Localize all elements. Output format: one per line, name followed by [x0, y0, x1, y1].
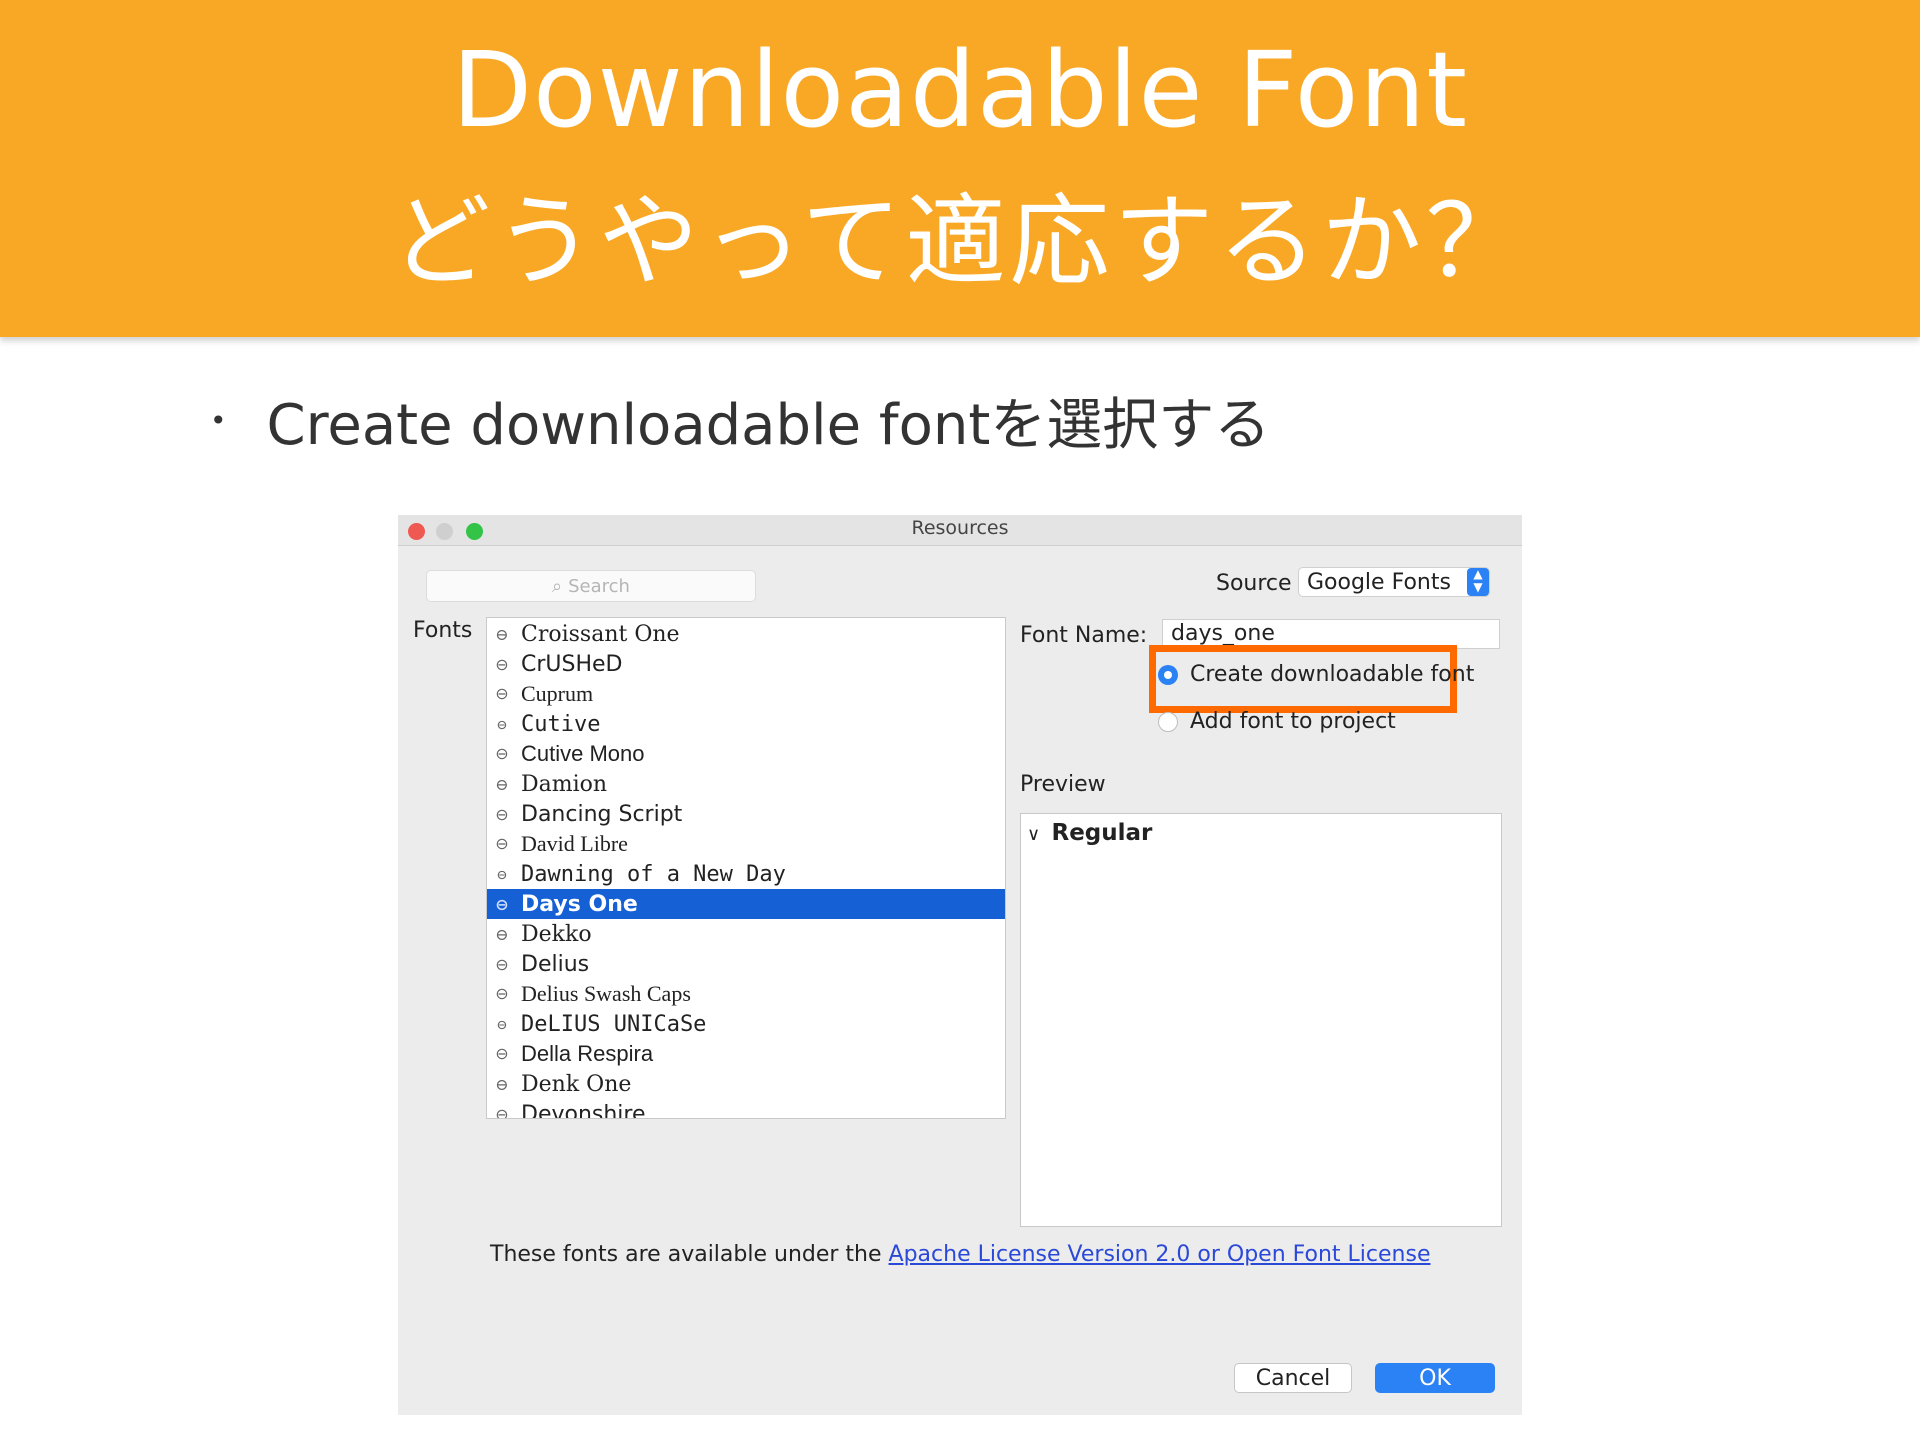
- font-list-item[interactable]: ⊖ Days One: [487, 889, 1005, 919]
- font-list-item[interactable]: ⊖ Delius: [487, 949, 1005, 979]
- radio-add-label: Add font to project: [1190, 709, 1396, 734]
- font-list-item[interactable]: ⊖ Damion: [487, 769, 1005, 799]
- link-icon: ⊖: [495, 804, 509, 824]
- font-list-item[interactable]: ⊖ Croissant One: [487, 619, 1005, 649]
- radio-selected-icon: [1158, 664, 1178, 685]
- font-list-item[interactable]: ⊖ DeLIUS UNICaSe: [487, 1009, 1005, 1039]
- font-list-item[interactable]: ⊖ Devonshire: [487, 1099, 1005, 1119]
- preview-label: Preview: [1020, 772, 1106, 797]
- search-input[interactable]: ⌕ Search: [426, 570, 756, 602]
- font-list-item-label: Della Respira: [521, 1041, 654, 1066]
- link-icon: ⊖: [495, 924, 509, 944]
- font-list-item-label: Dancing Script: [521, 801, 683, 827]
- slide-subtitle: どうやって適応するか？: [390, 183, 1530, 300]
- slide-title: Downloadable Font: [451, 29, 1469, 151]
- font-list-item[interactable]: ⊖ Cutive Mono: [487, 739, 1005, 769]
- font-list-item[interactable]: ⊖ Cuprum: [487, 679, 1005, 709]
- link-icon: ⊖: [495, 746, 509, 763]
- link-icon: ⊖: [495, 624, 509, 644]
- font-list-item[interactable]: ⊖ Dekko: [487, 919, 1005, 949]
- license-prefix: These fonts are available under the: [490, 1242, 889, 1267]
- fonts-label: Fonts: [413, 618, 473, 643]
- font-list-item[interactable]: ⊖ Della Respira: [487, 1039, 1005, 1069]
- link-icon: ⊖: [495, 986, 509, 1003]
- font-list-item[interactable]: ⊖ David Libre: [487, 829, 1005, 859]
- font-list-item-label: Damion: [521, 771, 608, 797]
- source-select[interactable]: Google Fonts ▲ ▼: [1298, 567, 1490, 597]
- font-list-item[interactable]: ⊖ Dancing Script: [487, 799, 1005, 829]
- font-list-item-label: Days One: [521, 891, 638, 917]
- source-label: Source: [1216, 571, 1292, 596]
- link-icon: ⊖: [495, 1074, 509, 1094]
- chevron-down-icon: ∨: [1027, 824, 1041, 845]
- font-list-item-label: Devonshire: [521, 1101, 646, 1119]
- font-list-item-label: David Libre: [521, 831, 628, 856]
- font-list-item-label: DeLIUS UNICaSe: [521, 1011, 707, 1037]
- font-list-item-label: Dawning of a New Day: [521, 861, 786, 887]
- window-titlebar: Resources: [398, 515, 1522, 546]
- font-list-item-label: Cutive Mono: [521, 741, 645, 766]
- source-value: Google Fonts: [1307, 569, 1451, 595]
- radio-create-downloadable[interactable]: Create downloadable font: [1158, 662, 1474, 687]
- window-title: Resources: [911, 517, 1009, 539]
- link-icon: ⊖: [497, 864, 507, 884]
- bullet-text: Create downloadable fontを選択する: [266, 392, 1271, 458]
- search-icon: ⌕: [552, 575, 563, 597]
- font-list-item-label: Croissant One: [521, 621, 680, 647]
- link-icon: ⊖: [497, 714, 507, 734]
- bullet-dot: •: [210, 403, 227, 437]
- font-list-item[interactable]: ⊖ Dawning of a New Day: [487, 859, 1005, 889]
- font-list-item[interactable]: ⊖ Cutive: [487, 709, 1005, 739]
- font-list-item[interactable]: ⊖ Delius Swash Caps: [487, 979, 1005, 1009]
- link-icon: ⊖: [495, 1046, 509, 1063]
- preview-style: Regular: [1051, 820, 1153, 846]
- preview-panel: ∨ Regular: [1020, 813, 1502, 1227]
- license-link[interactable]: Apache License Version 2.0 or Open Font …: [889, 1242, 1431, 1267]
- search-placeholder: Search: [568, 575, 630, 597]
- font-list-item-label: Delius: [521, 951, 590, 977]
- link-icon: ⊖: [495, 654, 509, 674]
- font-list-item-label: CrUSHeD: [521, 651, 623, 677]
- link-icon: ⊖: [495, 686, 509, 703]
- link-icon: ⊖: [495, 894, 509, 914]
- slide-header: Downloadable Font どうやって適応するか？: [0, 0, 1920, 337]
- font-list-item[interactable]: ⊖ CrUSHeD: [487, 649, 1005, 679]
- font-list-item-label: Denk One: [521, 1071, 632, 1097]
- link-icon: ⊖: [495, 1104, 509, 1119]
- license-text: These fonts are available under the Apac…: [490, 1242, 1431, 1267]
- font-list-item-label: Dekko: [521, 921, 592, 947]
- radio-create-label: Create downloadable font: [1190, 662, 1475, 687]
- link-icon: ⊖: [495, 954, 509, 974]
- font-list-item-label: Delius Swash Caps: [521, 981, 691, 1006]
- bullet-item: • Create downloadable fontを選択する: [210, 380, 1270, 460]
- font-list-item-label: Cuprum: [521, 681, 594, 706]
- font-list-item[interactable]: ⊖ Denk One: [487, 1069, 1005, 1099]
- ok-button[interactable]: OK: [1375, 1363, 1495, 1393]
- radio-unselected-icon: [1158, 711, 1178, 732]
- cancel-button[interactable]: Cancel: [1234, 1363, 1352, 1393]
- font-list-item-label: Cutive: [521, 711, 601, 737]
- preview-style-row[interactable]: ∨ Regular: [1027, 820, 1152, 846]
- link-icon: ⊖: [497, 1014, 507, 1034]
- chevron-updown-icon: ▲ ▼: [1467, 568, 1489, 596]
- radio-add-to-project[interactable]: Add font to project: [1158, 709, 1396, 734]
- link-icon: ⊖: [495, 836, 509, 853]
- link-icon: ⊖: [495, 774, 509, 794]
- font-name-label: Font Name:: [1020, 623, 1148, 648]
- font-list[interactable]: ⊖ Croissant One ⊖ CrUSHeD ⊖ Cuprum ⊖ Cutive ⊖ Cut…: [486, 617, 1006, 1119]
- resources-dialog: Resources ⌕ Search Source Google Fonts ▲…: [398, 515, 1522, 1415]
